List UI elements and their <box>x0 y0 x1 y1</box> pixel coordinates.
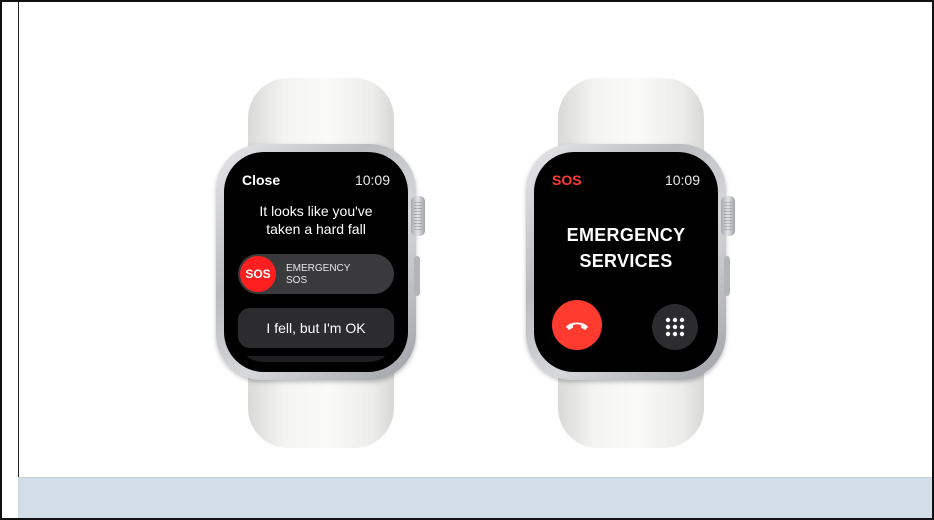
digital-crown[interactable] <box>721 196 735 236</box>
watch-emergency-call: SOS 10:09 EMERGENCY SERVICES <box>518 78 748 448</box>
watch-screen: SOS 10:09 EMERGENCY SERVICES <box>544 162 708 362</box>
keypad-icon <box>665 317 685 337</box>
keypad-button[interactable] <box>652 304 698 350</box>
fall-message: It looks like you've taken a hard fall <box>240 202 392 238</box>
side-button[interactable] <box>414 256 420 296</box>
sos-status-label: SOS <box>552 172 582 188</box>
im-ok-button[interactable]: I fell, but I'm OK <box>238 308 394 348</box>
scroll-more-item <box>244 356 388 362</box>
close-button[interactable]: Close <box>242 172 280 188</box>
frame-divider <box>18 2 19 518</box>
clock-time: 10:09 <box>664 172 700 188</box>
caption-strip <box>18 477 932 518</box>
side-button[interactable] <box>724 256 730 296</box>
slider-label: EMERGENCY SOS <box>286 263 350 287</box>
slider-label-line: EMERGENCY <box>286 263 351 274</box>
emergency-services-title: EMERGENCY SERVICES <box>544 222 708 274</box>
sos-slider-knob[interactable]: SOS <box>240 256 276 292</box>
emergency-sos-slider[interactable]: SOS EMERGENCY SOS <box>238 254 394 294</box>
image-frame: Close 10:09 It looks like you've taken a… <box>0 0 934 520</box>
digital-crown[interactable] <box>411 196 425 236</box>
slider-label-line: SOS <box>286 275 308 286</box>
watch-fall-detection: Close 10:09 It looks like you've taken a… <box>208 78 438 448</box>
phone-hangup-icon <box>566 322 588 330</box>
fall-message-line: taken a hard fall <box>266 221 366 237</box>
title-line: SERVICES <box>579 251 673 271</box>
clock-time: 10:09 <box>354 172 390 188</box>
fall-message-line: It looks like you've <box>259 203 373 219</box>
end-call-button[interactable] <box>552 300 602 350</box>
watch-screen: Close 10:09 It looks like you've taken a… <box>234 162 398 362</box>
title-line: EMERGENCY <box>566 225 686 245</box>
